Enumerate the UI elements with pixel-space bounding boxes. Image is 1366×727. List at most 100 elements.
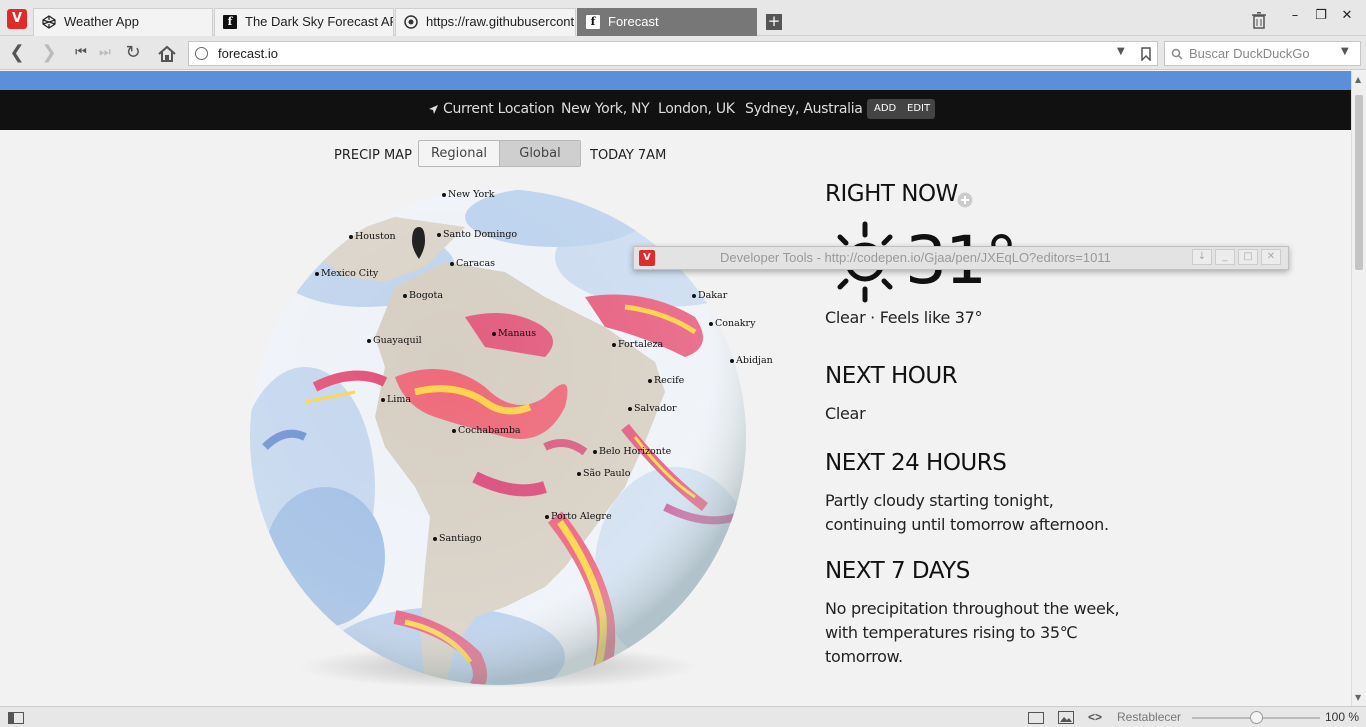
new-tab-icon[interactable]: +: [766, 14, 782, 30]
city-label: Manaus: [492, 328, 536, 339]
city-label: Santiago: [433, 533, 482, 544]
city-label: Houston: [349, 231, 396, 242]
forward-icon[interactable]: ❯: [38, 42, 60, 64]
add-circle-icon[interactable]: [957, 192, 973, 208]
url-text: forecast.io: [218, 46, 278, 61]
close-icon[interactable]: ✕: [1261, 249, 1281, 265]
page-tiling-icon[interactable]: [1028, 712, 1044, 724]
tab-bar: V Weather App f The Dark Sky Forecast AP…: [0, 0, 1366, 36]
developer-tools-title: Developer Tools - http://codepen.io/Gjaa…: [720, 250, 1111, 265]
vivaldi-icon: V: [639, 250, 655, 266]
scrollbar-thumb[interactable]: [1355, 95, 1363, 270]
tab-weather-app[interactable]: Weather App: [33, 8, 213, 36]
tab-label: Weather App: [64, 14, 139, 29]
city-label: Fortaleza: [612, 339, 663, 350]
city-label: Recife: [648, 375, 684, 386]
image-icon[interactable]: [1058, 711, 1074, 724]
reload-icon[interactable]: ↻: [122, 42, 144, 64]
location-new-york[interactable]: New York, NY: [561, 101, 650, 117]
developer-tools-window[interactable]: V Developer Tools - http://codepen.io/Gj…: [633, 246, 1289, 270]
location-london[interactable]: London, UK: [658, 101, 735, 117]
maximize-icon[interactable]: □: [1238, 249, 1258, 265]
vertical-scrollbar[interactable]: ▲ ▼: [1351, 71, 1366, 706]
city-label: Caracas: [450, 258, 495, 269]
restore-icon[interactable]: ❐: [1310, 8, 1332, 24]
next-24-hours-title: NEXT 24 HOURS: [825, 450, 1007, 476]
precip-map-label: PRECIP MAP: [334, 148, 412, 163]
tab-label: https://raw.githubusercont: [426, 14, 575, 29]
back-icon[interactable]: ❮: [6, 42, 28, 64]
next-7-days-text-line3: tomorrow.: [825, 647, 903, 666]
city-label: Conakry: [709, 318, 755, 329]
global-button[interactable]: Global: [500, 141, 580, 166]
trash-icon[interactable]: [1252, 12, 1266, 29]
next-7-days-text-line2: with temperatures rising to 35℃: [825, 623, 1078, 642]
url-field[interactable]: forecast.io ▼: [188, 41, 1158, 66]
codepen-icon: [42, 15, 56, 29]
tab-github-raw[interactable]: https://raw.githubusercont: [395, 8, 576, 36]
city-label: Guayaquil: [367, 335, 422, 346]
next-7-days-text-line1: No precipitation throughout the week,: [825, 599, 1120, 618]
city-label: Cochabamba: [452, 425, 521, 436]
fast-forward-icon[interactable]: ⏭: [94, 42, 116, 64]
tab-dark-sky-api[interactable]: f The Dark Sky Forecast AP: [214, 8, 394, 36]
city-label: Belo Horizonte: [593, 446, 671, 457]
city-label: Porto Alegre: [545, 511, 612, 522]
globe-icon: [195, 47, 208, 60]
current-summary: Clear · Feels like 37°: [825, 308, 983, 327]
scroll-up-icon[interactable]: ▲: [1355, 75, 1361, 84]
city-label: Abidjan: [730, 355, 773, 366]
location-current[interactable]: Current Location: [443, 101, 555, 117]
search-placeholder: Buscar DuckDuckGo: [1189, 46, 1310, 61]
next-24-hours-text-line1: Partly cloudy starting tonight,: [825, 491, 1054, 510]
add-edit-buttons: ADD EDIT: [867, 99, 935, 119]
zoom-reset-button[interactable]: Restablecer: [1117, 710, 1181, 724]
home-icon[interactable]: [157, 45, 177, 63]
address-bar: ❮ ❯ ⏮ ⏭ ↻ forecast.io ▼ Buscar DuckDuckG…: [0, 36, 1366, 70]
location-sydney[interactable]: Sydney, Australia: [745, 101, 863, 117]
alert-bar: [0, 71, 1351, 90]
tab-label: The Dark Sky Forecast AP: [245, 14, 394, 29]
rewind-icon[interactable]: ⏮: [70, 42, 92, 64]
search-dropdown-icon[interactable]: ▼: [1341, 46, 1349, 57]
panel-toggle-icon[interactable]: [8, 712, 24, 724]
zoom-level: 100 %: [1325, 710, 1360, 724]
map-time-label: TODAY 7AM: [590, 148, 667, 163]
map-mode-toggle: Regional Global: [418, 140, 581, 167]
vivaldi-menu-icon[interactable]: V: [7, 9, 27, 29]
tab-forecast[interactable]: f Forecast: [577, 8, 757, 36]
forecast-icon: f: [586, 15, 600, 29]
city-label: São Paulo: [577, 468, 630, 479]
regional-button[interactable]: Regional: [419, 141, 500, 166]
status-bar: <> Restablecer 100 %: [0, 706, 1366, 727]
webpage: Current Location New York, NY London, UK…: [0, 71, 1351, 706]
next-7-days-title: NEXT 7 DAYS: [825, 558, 970, 584]
city-label: New York: [442, 189, 495, 200]
add-button[interactable]: ADD: [874, 103, 896, 114]
city-label: Mexico City: [315, 268, 378, 279]
next-hour-text: Clear: [825, 404, 866, 423]
right-now-title: RIGHT NOW: [825, 181, 958, 207]
dock-icon[interactable]: ↓: [1192, 249, 1212, 265]
scroll-down-icon[interactable]: ▼: [1355, 693, 1361, 702]
city-label: Lima: [381, 394, 411, 405]
zoom-slider-knob[interactable]: [1249, 711, 1263, 724]
next-24-hours-text-line2: continuing until tomorrow afternoon.: [825, 515, 1109, 534]
close-icon[interactable]: ✕: [1336, 8, 1358, 24]
city-label: Dakar: [692, 290, 727, 301]
bookmark-icon[interactable]: [1141, 47, 1151, 61]
forecast-icon: f: [223, 15, 237, 29]
dropdown-icon[interactable]: ▼: [1117, 46, 1125, 57]
edit-button[interactable]: EDIT: [907, 103, 930, 114]
minimize-icon[interactable]: _: [1215, 249, 1235, 265]
city-label: Salvador: [628, 403, 677, 414]
zoom-slider[interactable]: [1192, 711, 1320, 724]
location-arrow-icon: [429, 105, 438, 114]
minimize-icon[interactable]: –: [1284, 8, 1306, 24]
location-bar: Current Location New York, NY London, UK…: [0, 90, 1351, 130]
page-actions-icon[interactable]: <>: [1088, 710, 1102, 724]
city-label: Bogota: [403, 290, 443, 301]
search-field[interactable]: Buscar DuckDuckGo ▼: [1164, 41, 1361, 66]
city-label: Santo Domingo: [437, 229, 517, 240]
search-icon: [1171, 48, 1183, 60]
